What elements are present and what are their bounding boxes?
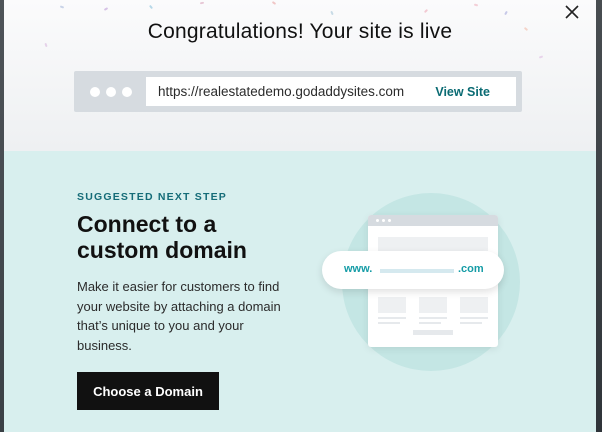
illustration-line	[460, 317, 488, 319]
suggested-step-section: SUGGESTED NEXT STEP Connect to a custom …	[4, 151, 596, 432]
domain-prefix: www.	[344, 263, 373, 275]
domain-placeholder-line	[380, 269, 454, 273]
site-url-bar: https://realestatedemo.godaddysites.com …	[74, 71, 522, 112]
site-url-box: https://realestatedemo.godaddysites.com …	[146, 77, 516, 106]
confetti	[271, 1, 277, 5]
confetti	[199, 1, 205, 5]
illustration-line	[419, 317, 447, 319]
confetti	[330, 10, 334, 16]
illustration-line	[460, 322, 482, 324]
confetti	[423, 8, 429, 14]
choose-domain-button[interactable]: Choose a Domain	[77, 372, 219, 410]
confetti	[538, 55, 544, 59]
confetti	[59, 5, 65, 9]
illustration-footer	[413, 330, 453, 335]
browser-dots-icon	[90, 87, 132, 97]
illustration-line	[378, 317, 406, 319]
domain-pill-illustration: www. .com	[322, 251, 504, 289]
confetti	[504, 10, 508, 16]
connect-domain-heading: Connect to a custom domain	[77, 211, 297, 263]
illustration-hero-block	[378, 237, 488, 251]
confetti	[103, 7, 109, 11]
site-live-modal: Congratulations! Your site is live https…	[4, 0, 596, 432]
close-icon	[565, 5, 579, 19]
browser-titlebar	[368, 215, 498, 226]
illustration-line	[419, 322, 441, 324]
confetti	[148, 4, 154, 10]
illustration-column	[460, 297, 488, 313]
heading-line-2: custom domain	[77, 237, 247, 263]
modal-header-section: Congratulations! Your site is live https…	[4, 0, 596, 151]
site-url-text: https://realestatedemo.godaddysites.com	[158, 84, 405, 99]
confetti	[473, 3, 479, 7]
connect-domain-description: Make it easier for customers to find you…	[77, 279, 281, 353]
domain-suffix: .com	[458, 263, 484, 275]
page-backdrop-right	[596, 0, 602, 432]
close-button[interactable]	[562, 2, 582, 22]
illustration-column	[419, 297, 447, 313]
illustration-column	[378, 297, 406, 313]
heading-line-1: Connect to a	[77, 211, 217, 237]
suggested-next-step-label: SUGGESTED NEXT STEP	[77, 191, 227, 203]
view-site-link[interactable]: View Site	[435, 85, 490, 99]
modal-title: Congratulations! Your site is live	[147, 20, 453, 43]
illustration-line	[378, 322, 400, 324]
